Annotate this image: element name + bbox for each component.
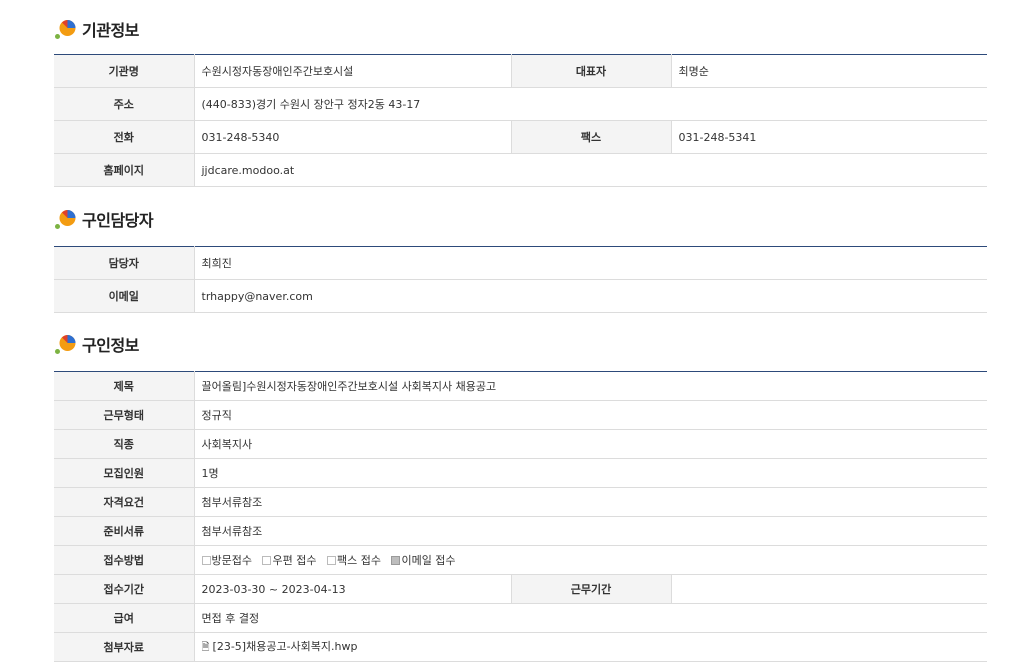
table-row: 자격요건 첨부서류참조: [54, 487, 987, 517]
table-row: 이메일 trhappy@naver.com: [54, 279, 987, 313]
table-row: 주소 (440-833)경기 수원시 장안구 정자2동 43-17: [54, 87, 987, 121]
section-heading: 구인담당자: [82, 211, 154, 230]
method-visit: 방문접수: [201, 554, 252, 567]
org-name-label: 기관명: [54, 54, 195, 88]
table-row: 급여 면접 후 결정: [54, 603, 987, 633]
method-email: 이메일 접수: [391, 554, 456, 567]
qualification-value: 첨부서류참조: [194, 487, 987, 517]
section-heading: 구인정보: [82, 336, 139, 355]
method-label: 이메일 접수: [401, 554, 456, 567]
headcount-label: 모집인원: [54, 458, 195, 488]
checkbox-icon: [262, 556, 272, 565]
attachment-cell: 🗎 [23-5]채용공고-사회복지.hwp: [194, 632, 987, 662]
section-logo-icon: [54, 17, 80, 41]
work-type-value: 정규직: [194, 400, 987, 430]
section-logo-icon: [54, 332, 80, 356]
method-label: 팩스 접수: [336, 554, 381, 567]
method-fax: 팩스 접수: [326, 554, 381, 567]
subject-value: 끌어올림]수원시정자동장애인주간보호시설 사회복지사 채용공고: [194, 371, 987, 401]
contact-info-table: 담당자 최희진 이메일 trhappy@naver.com: [54, 246, 987, 313]
table-row: 첨부자료 🗎 [23-5]채용공고-사회복지.hwp: [54, 632, 987, 662]
file-icon: 🗎: [201, 641, 210, 653]
work-type-label: 근무형태: [54, 400, 195, 430]
section-title-org: 기관정보: [54, 17, 139, 41]
phone-value: 031-248-5340: [194, 120, 511, 154]
table-row: 제목 끌어올림]수원시정자동장애인주간보호시설 사회복지사 채용공고: [54, 371, 987, 401]
section-title-job: 구인정보: [54, 332, 139, 356]
table-row: 담당자 최희진: [54, 246, 987, 280]
qualification-label: 자격요건: [54, 487, 195, 517]
representative-label: 대표자: [510, 54, 672, 88]
table-row: 직종 사회복지사: [54, 429, 987, 459]
representative-value: 최명순: [671, 54, 987, 88]
subject-label: 제목: [54, 371, 195, 401]
table-row: 준비서류 첨부서류참조: [54, 516, 987, 546]
fax-label: 팩스: [510, 120, 672, 154]
method-label: 방문접수: [211, 554, 252, 567]
required-docs-label: 준비서류: [54, 516, 195, 546]
contact-person-label: 담당자: [54, 246, 195, 280]
homepage-label: 홈페이지: [54, 153, 195, 187]
email-label: 이메일: [54, 279, 195, 313]
work-period-value: [671, 574, 987, 604]
org-info-table: 기관명 수원시정자동장애인주간보호시설 대표자 최명순 주소 (440-833)…: [54, 54, 987, 187]
application-period-value: 2023-03-30 ~ 2023-04-13: [194, 574, 511, 604]
address-label: 주소: [54, 87, 195, 121]
application-method-label: 접수방법: [54, 545, 195, 575]
table-row: 기관명 수원시정자동장애인주간보호시설 대표자 최명순: [54, 54, 987, 88]
required-docs-value: 첨부서류참조: [194, 516, 987, 546]
method-label: 우편 접수: [272, 554, 317, 567]
job-category-label: 직종: [54, 429, 195, 459]
org-name-value: 수원시정자동장애인주간보호시설: [194, 54, 511, 88]
phone-label: 전화: [54, 120, 195, 154]
contact-person-value: 최희진: [194, 246, 987, 280]
email-value: trhappy@naver.com: [194, 279, 987, 313]
attachment-label: 첨부자료: [54, 632, 195, 662]
table-row: 접수기간 2023-03-30 ~ 2023-04-13 근무기간: [54, 574, 987, 604]
checkbox-icon: [201, 556, 211, 565]
salary-value: 면접 후 결정: [194, 603, 987, 633]
table-row: 전화 031-248-5340 팩스 031-248-5341: [54, 120, 987, 154]
salary-label: 급여: [54, 603, 195, 633]
checkbox-icon: [326, 556, 336, 565]
attachment-link[interactable]: [23-5]채용공고-사회복지.hwp: [213, 640, 358, 653]
application-period-label: 접수기간: [54, 574, 195, 604]
homepage-value: jjdcare.modoo.at: [194, 153, 987, 187]
address-value: (440-833)경기 수원시 장안구 정자2동 43-17: [194, 87, 987, 121]
table-row: 근무형태 정규직: [54, 400, 987, 430]
checkbox-checked-icon: [391, 556, 401, 565]
job-category-value: 사회복지사: [194, 429, 987, 459]
table-row: 모집인원 1명: [54, 458, 987, 488]
method-mail: 우편 접수: [262, 554, 316, 567]
job-info-table: 제목 끌어올림]수원시정자동장애인주간보호시설 사회복지사 채용공고 근무형태 …: [54, 371, 987, 662]
table-row: 홈페이지 jjdcare.modoo.at: [54, 153, 987, 187]
work-period-label: 근무기간: [510, 574, 672, 604]
table-row: 접수방법 방문접수 우편 접수 팩스 접수 이메일 접수: [54, 545, 987, 575]
section-title-contact: 구인담당자: [54, 207, 154, 231]
headcount-value: 1명: [194, 458, 987, 488]
application-methods: 방문접수 우편 접수 팩스 접수 이메일 접수: [194, 545, 987, 575]
fax-value: 031-248-5341: [671, 120, 987, 154]
section-logo-icon: [54, 207, 80, 231]
section-heading: 기관정보: [82, 21, 139, 40]
